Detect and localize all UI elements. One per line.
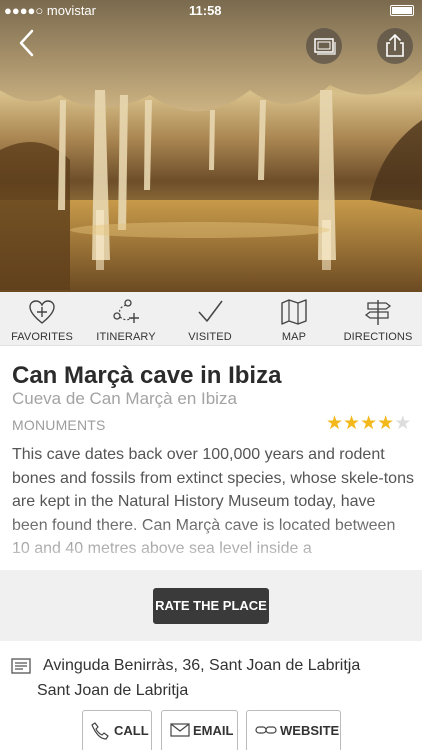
address-card-icon: [11, 658, 31, 674]
place-subtitle: Cueva de Can Marçà en Ibiza: [12, 389, 237, 408]
star-filled-icon: ★: [343, 413, 361, 434]
chevron-left-icon: [19, 29, 34, 57]
rate-section: RATE THE PLACE: [0, 570, 422, 641]
website-label: WEBSITE: [280, 723, 340, 738]
photo-stack-icon: [314, 38, 336, 55]
star-empty-icon: ★: [394, 413, 412, 434]
signpost-icon: [364, 300, 392, 325]
share-icon: [386, 33, 404, 57]
itinerary-action[interactable]: ITINERARY: [84, 292, 168, 346]
hero-image: ●●●●○ movistar 11:58: [0, 0, 422, 292]
map-action[interactable]: MAP: [252, 292, 336, 346]
star-filled-icon: ★: [326, 413, 344, 434]
route-icon: [113, 299, 139, 323]
favorites-label: FAVORITES: [11, 331, 73, 343]
action-bar: FAVORITES ITINERARY VISITED MAP DIRECTIO…: [0, 292, 422, 346]
website-button[interactable]: WEBSITE: [246, 710, 341, 750]
rate-the-place-button[interactable]: RATE THE PLACE: [153, 588, 269, 624]
link-icon: [255, 726, 277, 734]
email-label: EMAIL: [193, 723, 234, 738]
envelope-icon: [170, 723, 190, 737]
address-line-2: Sant Joan de Labritja: [37, 682, 189, 699]
address-line-1: Avinguda Benirràs, 36, Sant Joan de Labr…: [43, 657, 361, 674]
map-icon: [281, 299, 307, 325]
directions-label: DIRECTIONS: [343, 331, 413, 343]
heart-plus-icon: [29, 300, 55, 324]
map-label: MAP: [281, 331, 307, 343]
directions-action[interactable]: DIRECTIONS: [336, 292, 420, 346]
status-bar: ●●●●○ movistar 11:58: [0, 0, 422, 22]
call-button[interactable]: CALL: [82, 710, 152, 750]
description-fade[interactable]: [0, 516, 422, 570]
call-label: CALL: [114, 723, 149, 738]
star-filled-icon: ★: [377, 413, 395, 434]
visited-action[interactable]: VISITED: [168, 292, 252, 346]
back-button[interactable]: [12, 26, 42, 60]
cave-illustration: [0, 0, 422, 292]
favorites-action[interactable]: FAVORITES: [0, 292, 84, 346]
carrier-label: ●●●●○ movistar: [4, 3, 96, 18]
clock: 11:58: [189, 3, 222, 18]
place-category: MONUMENTS: [12, 417, 106, 433]
battery-icon: [390, 5, 414, 16]
share-button[interactable]: [377, 28, 413, 64]
gallery-button[interactable]: [306, 28, 342, 64]
visited-label: VISITED: [188, 331, 232, 343]
itinerary-label: ITINERARY: [96, 331, 156, 343]
email-button[interactable]: EMAIL: [161, 710, 238, 750]
place-title: Can Marçà cave in Ibiza: [12, 362, 282, 389]
star-filled-icon: ★: [360, 413, 378, 434]
checkmark-icon: [198, 300, 223, 322]
phone-icon: [91, 722, 109, 740]
rating-stars: ★★★★★: [326, 414, 411, 434]
